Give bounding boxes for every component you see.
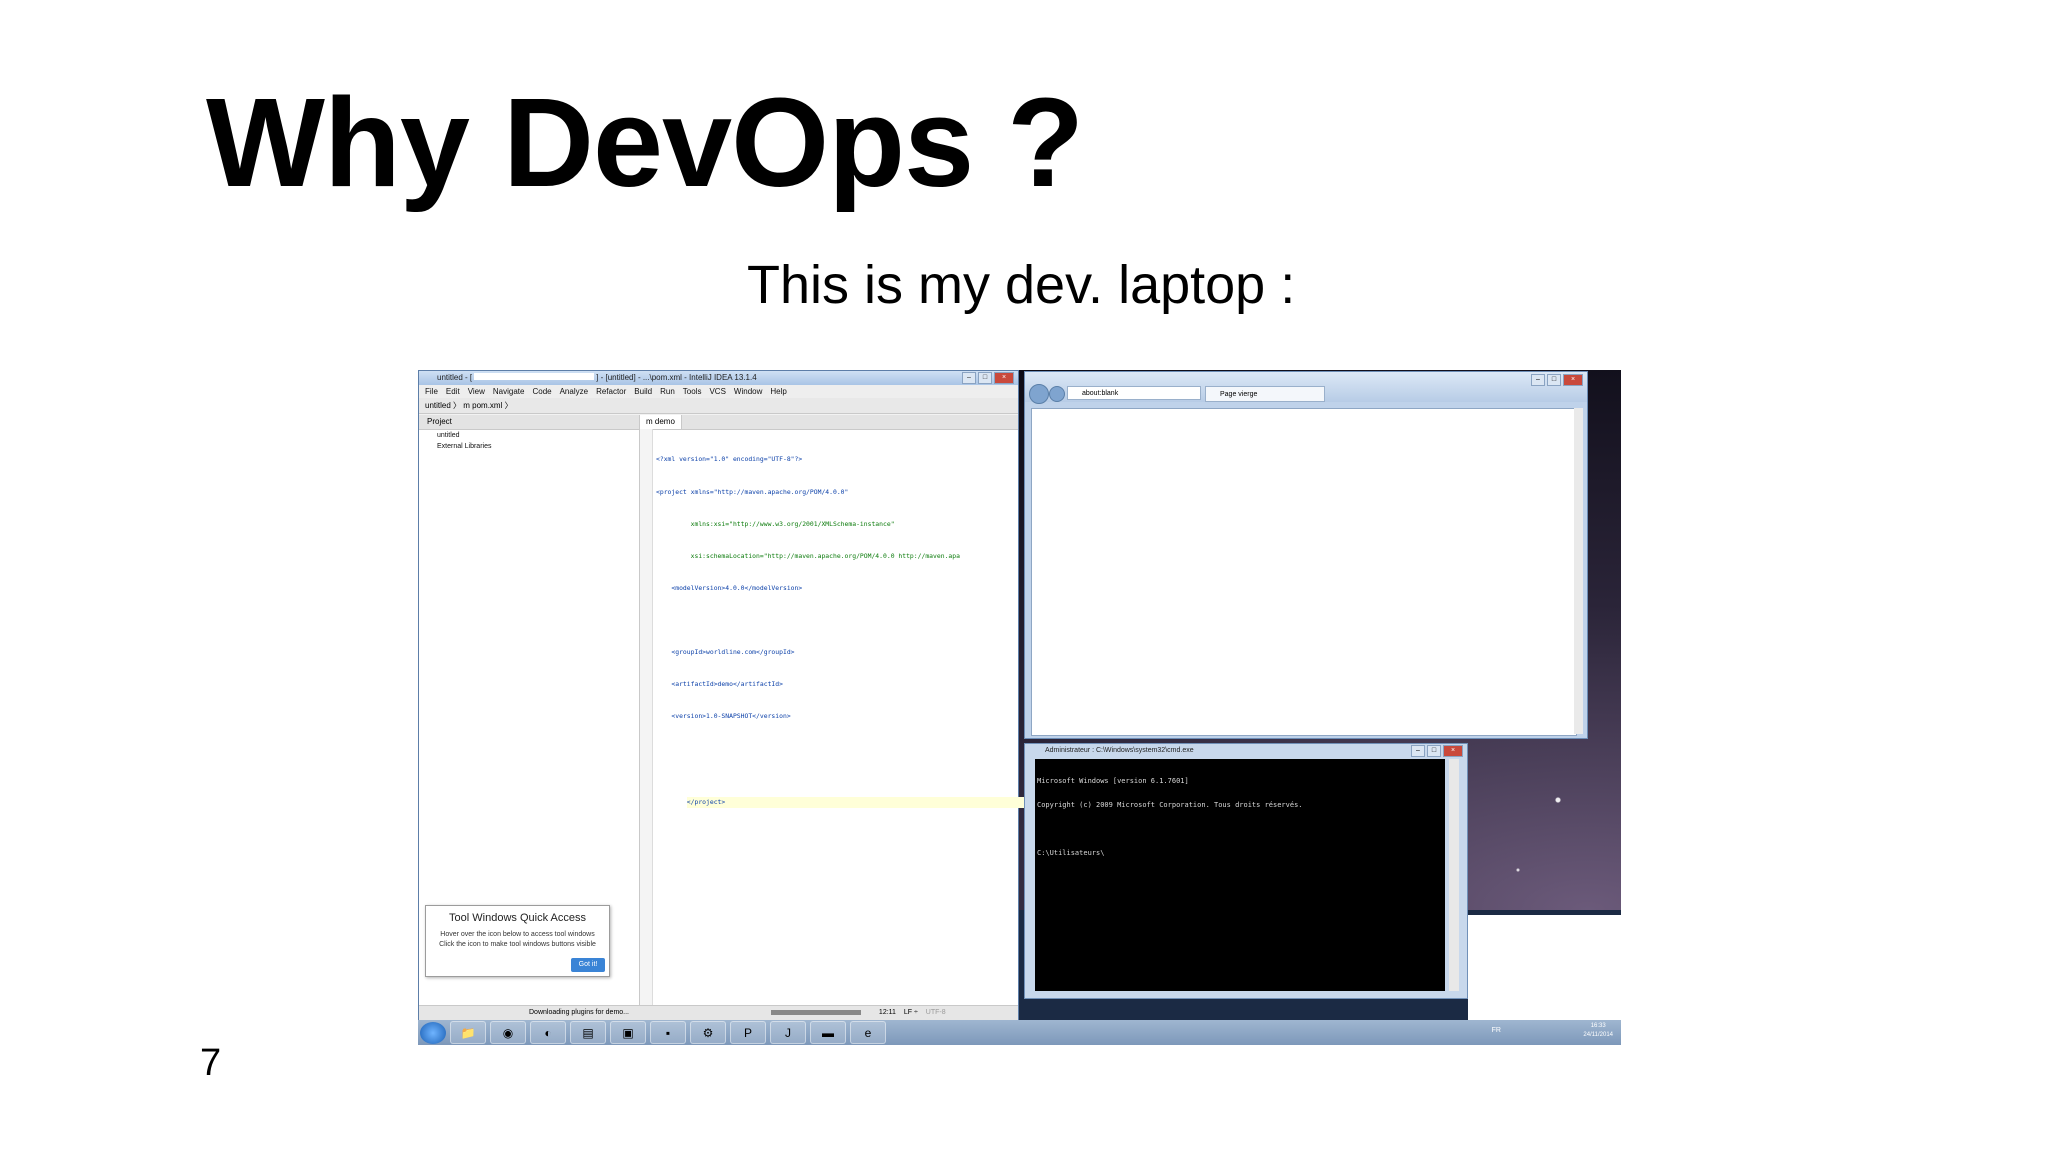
project-item-external-libraries[interactable]: External Libraries xyxy=(419,441,639,452)
close-button[interactable]: × xyxy=(994,372,1014,384)
minimize-button[interactable]: – xyxy=(1411,745,1425,757)
ide-status-bar: Downloading plugins for demo... 12:11 LF… xyxy=(419,1005,1018,1020)
status-position[interactable]: 12:11 xyxy=(879,1009,896,1016)
status-text: Downloading plugins for demo... xyxy=(529,1009,630,1016)
ide-title-suffix: ] - [untitled] - ...\pom.xml - IntelliJ … xyxy=(596,373,757,382)
desktop-screenshot: untitled - [ ] - [untitled] - ...\pom.xml… xyxy=(418,370,1621,1045)
clock[interactable]: 16:33 24/11/2014 xyxy=(1583,1022,1613,1040)
explorer-icon[interactable]: ▤ xyxy=(570,1021,606,1044)
browser-tab[interactable]: Page vierge xyxy=(1205,386,1325,402)
forward-button[interactable] xyxy=(1049,386,1065,402)
code-area[interactable]: <?xml version="1.0" encoding="UTF-8"?> <… xyxy=(656,433,1027,818)
clock-date: 24/11/2014 xyxy=(1583,1032,1613,1038)
code-line-current: </project> xyxy=(686,796,1027,808)
code-line: <groupId>worldline.com</groupId> xyxy=(656,648,795,657)
menu-vcs[interactable]: VCS xyxy=(709,385,725,398)
tooltip-body-line: Hover over the icon below to access tool… xyxy=(440,931,595,938)
menu-code[interactable]: Code xyxy=(532,385,551,398)
browser-toolbar: about:blank Page vierge – □ × xyxy=(1025,372,1587,404)
clock-time: 16:33 xyxy=(1590,1023,1606,1029)
taskbar: 📁 ◉ ◐ ▤ ▣ ▪ ⚙ P J ▬ e FR 16:33 24/11/201… xyxy=(418,1020,1621,1045)
tool-windows-tooltip: Tool Windows Quick Access Hover over the… xyxy=(425,905,610,977)
menu-view[interactable]: View xyxy=(468,385,485,398)
status-encoding[interactable]: UTF-8 xyxy=(926,1009,946,1016)
project-item-untitled[interactable]: untitled xyxy=(419,430,639,441)
code-line: xmlns:xsi="http://www.w3.org/2001/XMLSch… xyxy=(656,519,895,528)
maximize-button[interactable]: □ xyxy=(1547,374,1561,386)
ide-titlebar[interactable]: untitled - [ ] - [untitled] - ...\pom.xml… xyxy=(419,371,1018,385)
project-panel-header[interactable]: Project xyxy=(419,415,639,430)
menu-help[interactable]: Help xyxy=(770,385,786,398)
firefox-icon[interactable]: ◐ xyxy=(530,1021,566,1044)
tooltip-body-line: Click the icon to make tool windows butt… xyxy=(439,941,596,948)
maximize-button[interactable]: □ xyxy=(1427,745,1441,757)
app-icon[interactable]: ▣ xyxy=(610,1021,646,1044)
ide-window: untitled - [ ] - [untitled] - ...\pom.xml… xyxy=(418,370,1027,1020)
cmd-console[interactable]: Microsoft Windows [version 6.1.7601] Cop… xyxy=(1035,759,1445,991)
menu-file[interactable]: File xyxy=(425,385,438,398)
redacted-path xyxy=(474,373,595,380)
breadcrumb[interactable]: untitled 〉 m pom.xml 〉 xyxy=(419,398,1018,414)
editor-panel: m demo <?xml version="1.0" encoding="UTF… xyxy=(640,415,1027,1005)
console-line: C:\Utilisateurs\ xyxy=(1037,849,1105,857)
code-line: <modelVersion>4.0.0</modelVersion> xyxy=(656,583,803,592)
menu-analyze[interactable]: Analyze xyxy=(560,385,588,398)
folder-icon[interactable]: 📁 xyxy=(450,1021,486,1044)
start-button[interactable] xyxy=(420,1021,446,1044)
maximize-button[interactable]: □ xyxy=(978,372,992,384)
close-button[interactable]: × xyxy=(1443,745,1463,757)
code-line: <project xmlns="http://maven.apache.org/… xyxy=(656,487,849,496)
cmd-window: Administrateur : C:\Windows\system32\cmd… xyxy=(1024,743,1468,999)
browser-scrollbar[interactable] xyxy=(1574,408,1583,734)
menu-refactor[interactable]: Refactor xyxy=(596,385,626,398)
cmd-title[interactable]: Administrateur : C:\Windows\system32\cmd… xyxy=(1025,744,1467,758)
editor-tab-demo[interactable]: m demo xyxy=(640,415,682,429)
slide-number: 7 xyxy=(200,1042,222,1084)
close-button[interactable]: × xyxy=(1563,374,1583,386)
ide-title-text: untitled - [ xyxy=(437,373,473,382)
powerpoint-icon[interactable]: P xyxy=(730,1021,766,1044)
menu-run[interactable]: Run xyxy=(660,385,675,398)
menu-navigate[interactable]: Navigate xyxy=(493,385,525,398)
console-line: Microsoft Windows [version 6.1.7601] xyxy=(1037,777,1189,785)
tooltip-title: Tool Windows Quick Access xyxy=(449,912,586,924)
menu-edit[interactable]: Edit xyxy=(446,385,460,398)
back-button[interactable] xyxy=(1029,384,1049,404)
network-icon[interactable]: ⚙ xyxy=(690,1021,726,1044)
menu-build[interactable]: Build xyxy=(634,385,652,398)
cmd-scrollbar[interactable] xyxy=(1449,759,1459,991)
browser-page[interactable] xyxy=(1031,408,1577,736)
status-line-ending[interactable]: LF ÷ xyxy=(904,1009,918,1016)
minimize-button[interactable]: – xyxy=(962,372,976,384)
code-line: <?xml version="1.0" encoding="UTF-8"?> xyxy=(656,455,803,464)
cmd-icon[interactable]: ▬ xyxy=(810,1021,846,1044)
code-line: <version>1.0-SNAPSHOT</version> xyxy=(656,712,791,721)
console-line: Copyright (c) 2009 Microsoft Corporation… xyxy=(1037,801,1303,809)
menu-window[interactable]: Window xyxy=(734,385,762,398)
editor-gutter xyxy=(640,429,653,1005)
console-icon[interactable]: ▪ xyxy=(650,1021,686,1044)
slide-subtitle: This is my dev. laptop : xyxy=(747,255,1296,315)
chrome-icon[interactable]: ◉ xyxy=(490,1021,526,1044)
code-line: <artifactId>demo</artifactId> xyxy=(656,680,783,689)
progress-bar xyxy=(770,1009,861,1015)
browser-window: about:blank Page vierge – □ × xyxy=(1024,371,1588,739)
got-it-button[interactable]: Got it! xyxy=(571,958,605,972)
intellij-icon[interactable]: J xyxy=(770,1021,806,1044)
language-indicator[interactable]: FR xyxy=(1492,1027,1501,1034)
ide-menu-bar: File Edit View Navigate Code Analyze Ref… xyxy=(419,385,1018,398)
menu-tools[interactable]: Tools xyxy=(683,385,702,398)
code-line: xsi:schemaLocation="http://maven.apache.… xyxy=(656,551,960,560)
slide-title: Why DevOps ? xyxy=(206,72,1084,213)
address-bar[interactable]: about:blank xyxy=(1067,386,1201,400)
minimize-button[interactable]: – xyxy=(1531,374,1545,386)
ie-icon[interactable]: e xyxy=(850,1021,886,1044)
